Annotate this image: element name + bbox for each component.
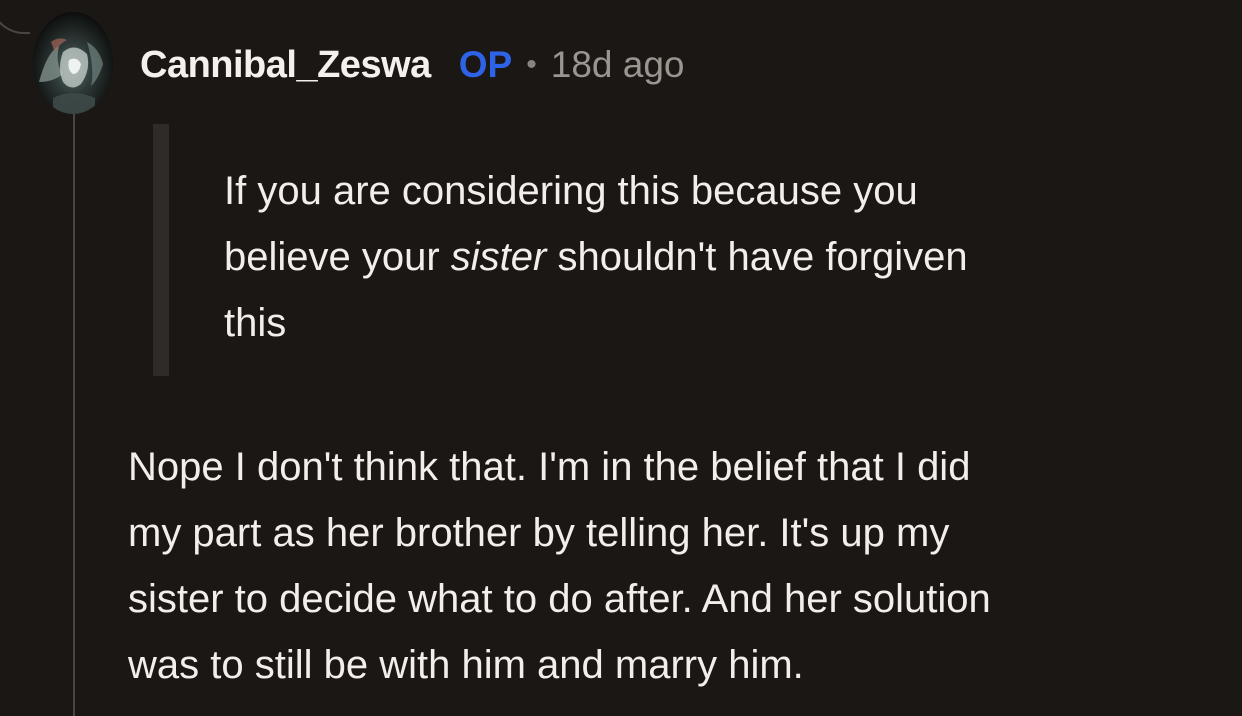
body-line: was to still be with him and marry him. — [128, 643, 804, 687]
parent-thread-connector — [0, 0, 30, 34]
username-link[interactable]: Cannibal_Zeswa — [140, 44, 431, 87]
blockquote-bar — [153, 124, 169, 376]
quote-line: If you are considering this because you — [224, 169, 918, 213]
body-line: Nope I don't think that. I'm in the beli… — [128, 445, 971, 489]
quote-line: believe your sister shouldn't have forgi… — [224, 224, 1184, 290]
comment-body: Nope I don't think that. I'm in the beli… — [128, 434, 1228, 698]
blockquote: If you are considering this because you … — [224, 158, 1184, 356]
comment-header: Cannibal_Zeswa OP • 18d ago — [140, 40, 685, 90]
body-line: my part as her brother by telling her. I… — [128, 511, 950, 555]
comment-view: Cannibal_Zeswa OP • 18d ago If you are c… — [0, 0, 1242, 716]
avatar-image — [33, 12, 113, 114]
separator-dot: • — [526, 48, 537, 81]
quote-text: believe your — [224, 235, 451, 279]
timestamp[interactable]: 18d ago — [551, 44, 685, 86]
user-avatar-icon[interactable] — [33, 12, 113, 114]
op-badge: OP — [458, 44, 513, 85]
body-line: sister to decide what to do after. And h… — [128, 577, 991, 621]
quote-text: shouldn't have forgiven — [546, 235, 968, 279]
thread-line[interactable] — [73, 110, 75, 716]
quote-line: this — [224, 301, 287, 345]
quote-emphasis: sister — [450, 235, 547, 279]
